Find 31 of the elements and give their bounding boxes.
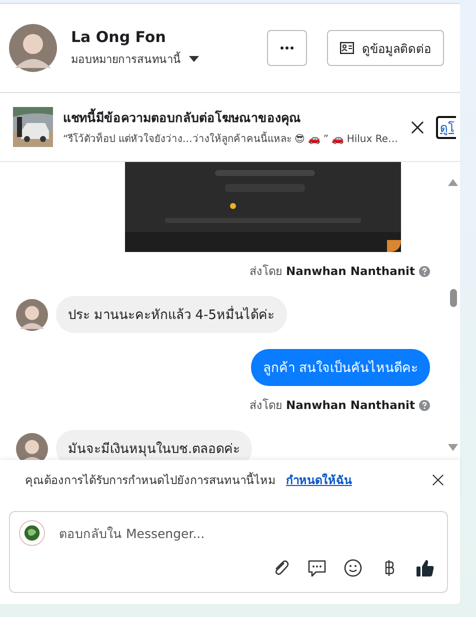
- sent-by-text: ส่งโดย Nanwhan Nanthanit: [249, 263, 415, 280]
- emoji-icon[interactable]: [343, 558, 363, 578]
- caret-icon: [189, 56, 199, 62]
- assign-prompt-text: คุณต้องการได้รับการกำหนดไปยังการสนทนานี้ไหม: [25, 471, 276, 489]
- ad-link[interactable]: ดูโ: [436, 116, 456, 138]
- sent-by-text: ส่งโดย Nanwhan Nanthanit: [249, 397, 415, 414]
- message-bubble: ลูกค้า สนใจเป็นคันไหนดีคะ: [250, 349, 430, 386]
- ad-preview-text: “รีโว้ตัวท็อป แต่หัวใจยังว่าง…ว่างให้ลูกค้าคนนี้แหละ 😎 🚗 ” 🚗 Hilux Re…: [63, 131, 399, 146]
- assign-dropdown[interactable]: มอบหมายการสนทนานี้: [71, 50, 267, 68]
- page-logo-icon: [19, 520, 45, 546]
- close-icon[interactable]: [432, 474, 444, 486]
- ad-reply-title: แชทนี้มีข้อความตอบกลับต่อโฆษณาของคุณ: [63, 108, 302, 128]
- help-icon: [419, 400, 430, 410]
- chat-bubble-icon[interactable]: [307, 558, 327, 578]
- message-bubble: ประ มานนะคะหักแล้ว 4-5หมื่นได้ค่ะ: [56, 296, 286, 333]
- scroll-down-icon[interactable]: [448, 444, 458, 452]
- avatar: [9, 24, 57, 72]
- close-icon[interactable]: [411, 120, 424, 134]
- avatar: [16, 432, 48, 460]
- contact-name: La Ong Fon: [71, 28, 167, 46]
- assign-to-me-link[interactable]: กำหนดให้ฉัน: [286, 471, 352, 489]
- avatar: [16, 298, 48, 330]
- scrollbar-thumb[interactable]: [450, 289, 456, 307]
- message-bubble: มันจะมีเงินหมุนในบช.ตลอดค่ะ: [56, 430, 252, 460]
- contact-card-icon: [340, 42, 354, 54]
- help-icon: [419, 266, 430, 276]
- more-icon: [280, 46, 294, 50]
- like-icon[interactable]: [415, 558, 435, 578]
- scroll-up-icon[interactable]: [448, 178, 458, 186]
- contact-info-button[interactable]: ดูข้อมูลติดต่อ: [327, 30, 444, 66]
- reply-input[interactable]: ตอบกลับใน Messenger...: [57, 524, 447, 542]
